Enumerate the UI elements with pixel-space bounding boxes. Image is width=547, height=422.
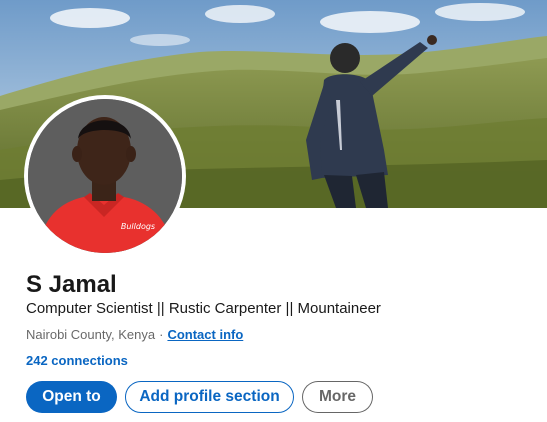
location-text: Nairobi County, Kenya [26, 327, 156, 342]
avatar[interactable]: Bulldogs [28, 99, 182, 253]
location-line: Nairobi County, Kenya · Contact info [26, 326, 243, 344]
connections-link[interactable]: 242 connections [26, 352, 128, 370]
profile-card: Bulldogs S Jamal Computer Scientist || R… [0, 0, 547, 422]
open-to-button[interactable]: Open to [26, 381, 117, 413]
avatar-shirt-logo: Bulldogs [121, 222, 155, 231]
profile-headline: Computer Scientist || Rustic Carpenter |… [26, 300, 381, 317]
avatar-image: Bulldogs [28, 99, 182, 253]
profile-name: S Jamal [26, 271, 117, 298]
add-profile-section-button[interactable]: Add profile section [125, 381, 294, 413]
contact-info-link[interactable]: Contact info [167, 327, 243, 342]
profile-photo-frame[interactable]: Bulldogs [24, 95, 186, 257]
location-separator: · [159, 327, 164, 342]
more-button[interactable]: More [302, 381, 373, 413]
